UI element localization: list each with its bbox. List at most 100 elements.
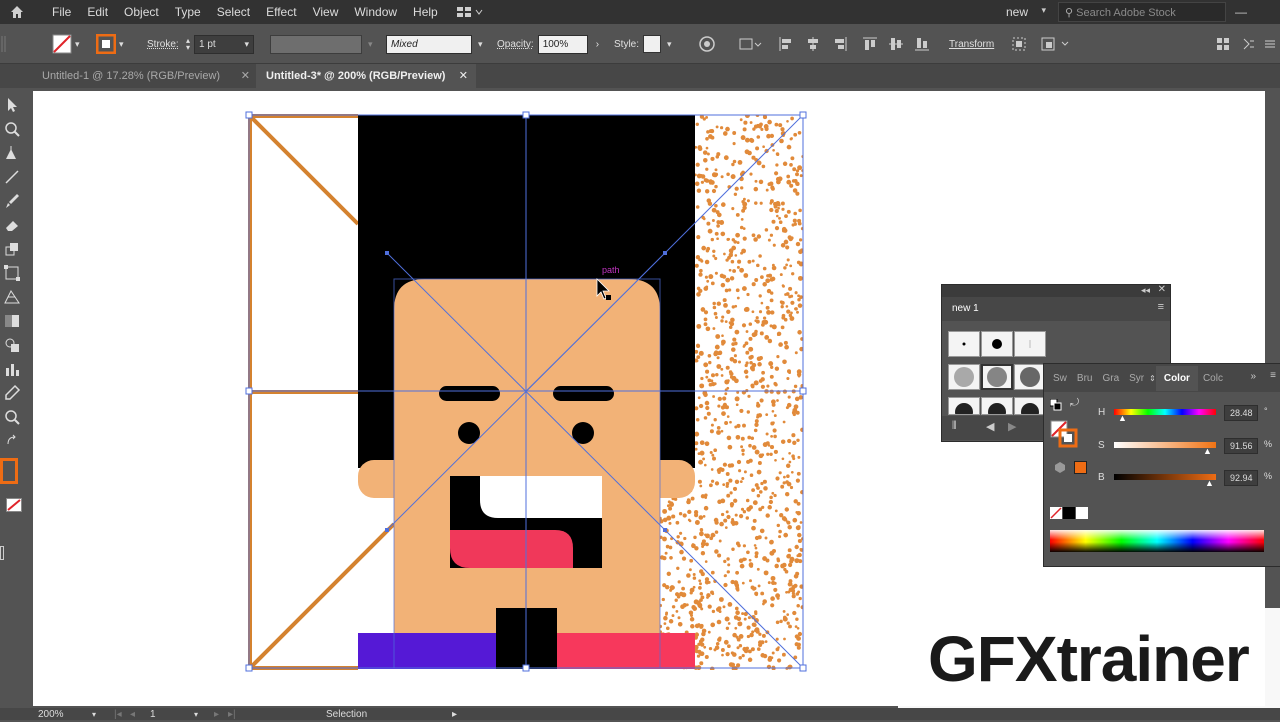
brightness-value-field[interactable]: 92.94: [1224, 470, 1258, 486]
hue-slider[interactable]: [1114, 409, 1216, 415]
texture-dot: [698, 579, 702, 583]
texture-dot: [714, 184, 718, 189]
texture-dot: [754, 422, 759, 427]
graph-tool-icon[interactable]: [3, 360, 21, 378]
texture-dot: [772, 428, 777, 433]
texture-dot: [793, 211, 797, 216]
brush-thumbnail[interactable]: [948, 397, 980, 421]
brush-thumbnail-selected[interactable]: [981, 364, 1013, 390]
texture-dot: [774, 171, 779, 176]
tab-gradient[interactable]: Gra: [1097, 373, 1124, 384]
zoom-tool-icon[interactable]: [3, 408, 21, 426]
left-eyebrow-shape[interactable]: [439, 386, 500, 401]
texture-dot: [780, 305, 784, 309]
none-black-white-swatches[interactable]: [1050, 506, 1090, 523]
panel-menu-icon[interactable]: ≡: [1270, 370, 1276, 381]
color-spectrum-bar[interactable]: [1050, 530, 1264, 552]
texture-dot: [796, 471, 801, 476]
brush-thumbnail[interactable]: [1014, 364, 1046, 390]
texture-dot: [720, 126, 724, 130]
texture-dot: [700, 607, 704, 611]
brush-panel-title[interactable]: new 1: [952, 303, 979, 314]
texture-dot: [765, 188, 769, 192]
expand-panel-icon[interactable]: »: [1250, 371, 1256, 382]
shape-builder-tool-icon[interactable]: [3, 336, 21, 354]
texture-dot: [689, 613, 694, 617]
texture-dot: [710, 135, 715, 140]
perspective-grid-tool-icon[interactable]: [3, 288, 21, 306]
texture-dot: [724, 379, 730, 385]
tab-symbols[interactable]: Syr: [1124, 373, 1149, 384]
texture-dot: [733, 192, 738, 196]
stroke-color-indicator[interactable]: [0, 458, 18, 484]
pen-tool-icon[interactable]: [3, 144, 21, 162]
paintbrush-tool-icon[interactable]: [3, 192, 21, 210]
saturation-slider[interactable]: [1114, 442, 1216, 448]
eyedropper-tool-icon[interactable]: [3, 384, 21, 402]
close-icon[interactable]: ✕: [1158, 284, 1166, 295]
texture-dot: [787, 548, 792, 553]
brush-thumbnail[interactable]: [948, 331, 980, 357]
line-tool-icon[interactable]: [3, 168, 21, 186]
free-transform-tool-icon[interactable]: [3, 264, 21, 282]
shirt-left-shape[interactable]: [358, 633, 496, 669]
texture-dot: [776, 399, 779, 402]
texture-dot: [699, 484, 703, 488]
gradient-tool-icon[interactable]: [3, 312, 21, 330]
brightness-slider[interactable]: [1114, 474, 1216, 480]
collapse-icon[interactable]: ◂◂: [1141, 285, 1150, 296]
texture-dot: [769, 291, 774, 295]
texture-dot: [708, 382, 713, 387]
texture-dot: [755, 593, 758, 597]
texture-dot: [679, 531, 683, 535]
hue-value-field[interactable]: 28.48: [1224, 405, 1258, 421]
texture-dot: [797, 221, 802, 226]
texture-dot: [741, 581, 745, 585]
brush-thumbnail[interactable]: [1014, 331, 1046, 357]
brush-thumbnail[interactable]: [1014, 397, 1046, 421]
hue-slider-thumb[interactable]: ▲: [1118, 413, 1127, 423]
none-fill-icon[interactable]: [6, 498, 22, 512]
brush-thumbnail[interactable]: [948, 364, 980, 390]
tab-swatches[interactable]: Sw: [1048, 373, 1072, 384]
eraser-tool-icon[interactable]: [3, 216, 21, 234]
magic-wand-tool-icon[interactable]: [3, 120, 21, 138]
texture-dot: [704, 655, 709, 659]
swap-fill-stroke-icon[interactable]: [3, 432, 21, 450]
saturation-value-field[interactable]: 91.56: [1224, 438, 1258, 454]
texture-dot: [755, 403, 761, 408]
texture-dot: [774, 208, 779, 214]
selection-tool-icon[interactable]: [3, 96, 21, 114]
right-eyebrow-shape[interactable]: [553, 386, 614, 401]
panel-header: ◂◂ ✕: [942, 284, 1170, 297]
texture-dot: [774, 458, 777, 462]
shirt-right-shape[interactable]: [557, 633, 695, 669]
brush-libraries-icon[interactable]: ⫴: [952, 420, 957, 433]
texture-dot: [769, 452, 773, 457]
texture-dot: [723, 582, 728, 588]
texture-dot: [720, 512, 725, 517]
brightness-slider-thumb[interactable]: ▲: [1205, 478, 1214, 488]
texture-dot: [765, 432, 769, 436]
previous-library-icon[interactable]: ◀: [986, 420, 994, 433]
tab-color-guide[interactable]: Colc: [1198, 373, 1228, 384]
texture-dot: [716, 619, 722, 625]
texture-dot: [774, 122, 779, 127]
brush-thumbnail[interactable]: [981, 397, 1013, 421]
saturation-slider-thumb[interactable]: ▲: [1203, 446, 1212, 456]
texture-dot: [693, 535, 697, 540]
panel-menu-icon[interactable]: ≡: [1158, 301, 1164, 313]
rotate-tool-icon[interactable]: [3, 240, 21, 258]
texture-dot: [795, 478, 800, 483]
texture-dot: [734, 396, 740, 402]
brush-thumbnail[interactable]: [981, 331, 1013, 357]
smart-guide-label: path: [602, 265, 620, 275]
next-library-icon[interactable]: ▶: [1008, 420, 1016, 433]
texture-dot: [704, 441, 710, 447]
screen-mode-icon[interactable]: [0, 546, 4, 560]
tab-brushes[interactable]: Bru: [1072, 373, 1098, 384]
texture-dot: [761, 633, 766, 638]
tab-color[interactable]: Color: [1155, 365, 1198, 391]
chevron-updown-icon[interactable]: ⇕: [1149, 374, 1156, 383]
texture-dot: [710, 379, 714, 383]
